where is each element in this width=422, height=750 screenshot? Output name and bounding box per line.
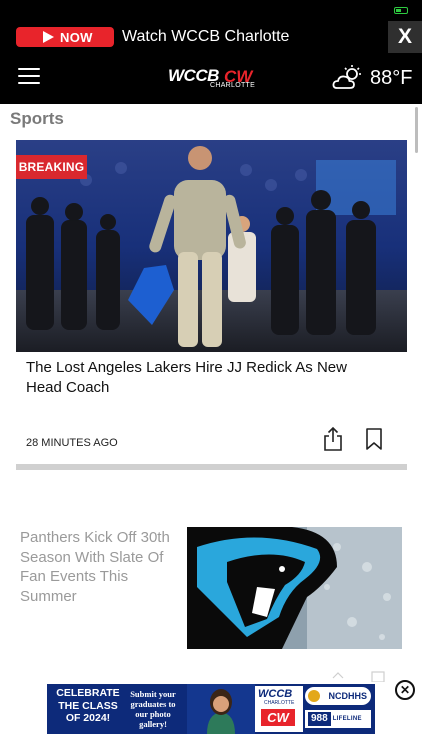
partly-cloudy-icon <box>332 65 361 89</box>
ad-988-logo: 988 LIFELINE <box>305 710 371 728</box>
ad-banner[interactable]: CELEBRATE THE CLASS OF 2024! Submit your… <box>47 684 375 734</box>
share-icon[interactable] <box>323 426 343 452</box>
battery-icon <box>394 7 408 14</box>
panthers-logo-image <box>187 527 402 649</box>
story-timestamp: 28 MINUTES AGO <box>26 437 118 449</box>
ad-station-logo: WCCB CHARLOTTE CW <box>255 686 303 732</box>
scrollbar[interactable] <box>415 107 418 153</box>
story-headline[interactable]: Panthers Kick Off 30th Season With Slate… <box>20 528 180 606</box>
logo-charlotte-text: CHARLOTTE <box>210 82 256 89</box>
story-thumbnail[interactable] <box>187 527 402 649</box>
section-title: Sports <box>10 109 64 128</box>
app-screen: NOW Watch WCCB Charlotte X WCCB CW CHARL… <box>0 0 422 750</box>
ad-988-number: 988 <box>308 712 331 726</box>
play-icon <box>43 31 54 43</box>
watch-live-link[interactable]: Watch WCCB Charlotte <box>122 27 289 47</box>
ad-headline: CELEBRATE THE CLASS OF 2024! <box>56 687 120 724</box>
ad-lifeline-text: LIFELINE <box>332 716 362 722</box>
ad-ncdhhs-logo: NCDHHS <box>305 687 371 705</box>
weather-widget[interactable]: 88°F <box>332 64 412 92</box>
story-divider <box>16 464 407 470</box>
bookmark-icon[interactable] <box>365 427 383 451</box>
temperature-readout: 88°F <box>370 66 413 89</box>
ad-wccb-text: WCCB <box>258 688 293 700</box>
close-ad-icon[interactable]: ✕ <box>395 680 415 700</box>
faint-action-icons <box>332 671 385 682</box>
menu-icon[interactable] <box>18 68 40 84</box>
ad-charlotte-text: CHARLOTTE <box>264 700 295 706</box>
now-label: NOW <box>60 29 93 45</box>
breaking-badge: BREAKING <box>16 155 87 179</box>
ad-cw-logo: CW <box>261 709 295 726</box>
station-logo[interactable]: WCCB CW CHARLOTTE <box>168 65 258 93</box>
close-banner-button[interactable]: X <box>388 21 422 53</box>
ad-subtext: Submit your graduates to our photo galle… <box>130 689 176 729</box>
hero-headline[interactable]: The Lost Angeles Lakers Hire JJ Redick A… <box>26 358 376 398</box>
watch-now-button[interactable]: NOW <box>16 27 114 47</box>
ad-photo <box>187 684 255 734</box>
top-bar: NOW Watch WCCB Charlotte X WCCB CW CHARL… <box>0 0 422 104</box>
